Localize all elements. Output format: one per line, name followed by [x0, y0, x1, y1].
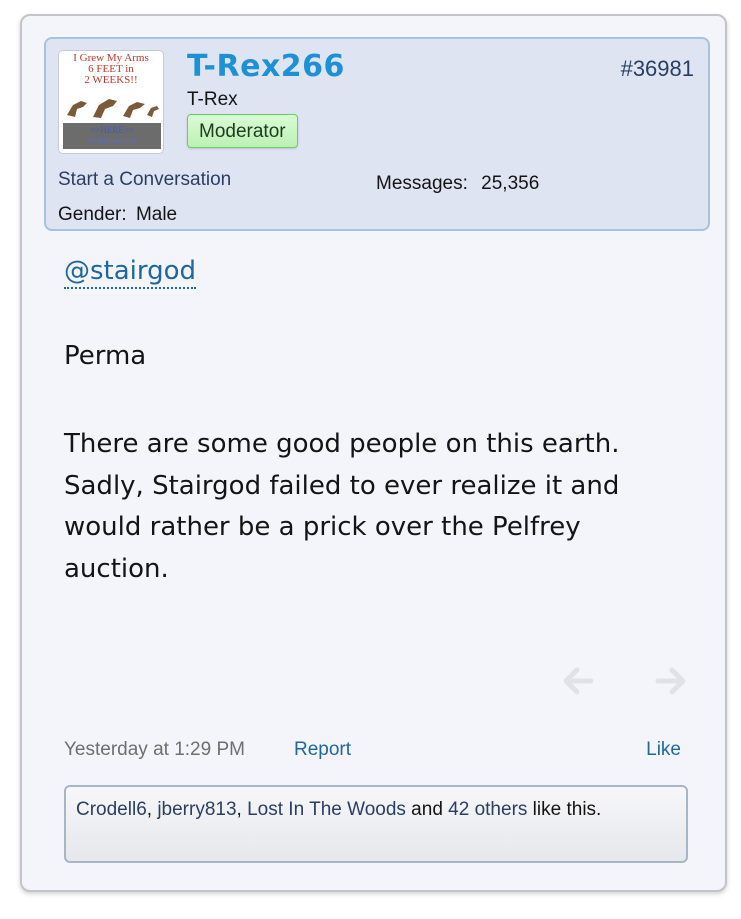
post-timestamp[interactable]: Yesterday at 1:29 PM [64, 739, 245, 761]
like-link[interactable]: Like [646, 739, 681, 761]
gender-info: Gender: Male [58, 204, 177, 226]
avatar-line-3: 2 WEEKS!! [84, 74, 138, 86]
avatar[interactable]: I Grew My Arms 6 FEET in 2 WEEKS!! >>HER… [58, 50, 164, 154]
avatar-banner-text: >>HERE<< [90, 125, 134, 135]
moderator-badge: Moderator [187, 114, 298, 148]
arrow-right-icon[interactable] [654, 664, 688, 698]
gender-label: Gender: [58, 204, 127, 225]
messages-value: 25,356 [481, 173, 540, 194]
likes-separator: , [236, 799, 248, 820]
liker-link[interactable]: Crodell6 [76, 799, 147, 820]
message-post: I Grew My Arms 6 FEET in 2 WEEKS!! >>HER… [20, 14, 727, 892]
avatar-banner-subtext: To find out how! [88, 137, 136, 145]
dinosaur-icon [67, 99, 159, 118]
likes-suffix: like this. [527, 799, 602, 820]
avatar-ad-text: I Grew My Arms 6 FEET in 2 WEEKS!! [59, 53, 163, 86]
liker-link[interactable]: Lost In The Woods [247, 799, 406, 820]
report-link[interactable]: Report [294, 739, 351, 761]
liker-link[interactable]: jberry813 [157, 799, 236, 820]
username-link[interactable]: T-Rex266 [187, 49, 345, 84]
likes-and: and [405, 799, 449, 820]
user-title: T-Rex [187, 89, 238, 110]
mention-link[interactable]: @stairgod [64, 256, 197, 289]
start-conversation-link[interactable]: Start a Conversation [58, 169, 231, 191]
arrow-left-icon[interactable] [561, 664, 595, 698]
likes-separator: , [146, 799, 158, 820]
user-info-box: I Grew My Arms 6 FEET in 2 WEEKS!! >>HER… [44, 37, 710, 231]
post-text-paragraph: There are some good people on this earth… [64, 429, 620, 584]
post-text-line: Perma [64, 341, 147, 371]
gender-value: Male [135, 204, 178, 225]
messages-count: Messages: 25,356 [376, 173, 539, 195]
likes-summary: Crodell6, jberry813, Lost In The Woods a… [64, 785, 688, 863]
post-number-link[interactable]: #36981 [621, 56, 694, 82]
avatar-banner: >>HERE<< To find out how! [63, 123, 161, 149]
messages-label: Messages: [376, 173, 468, 194]
others-link[interactable]: 42 others [448, 799, 527, 820]
